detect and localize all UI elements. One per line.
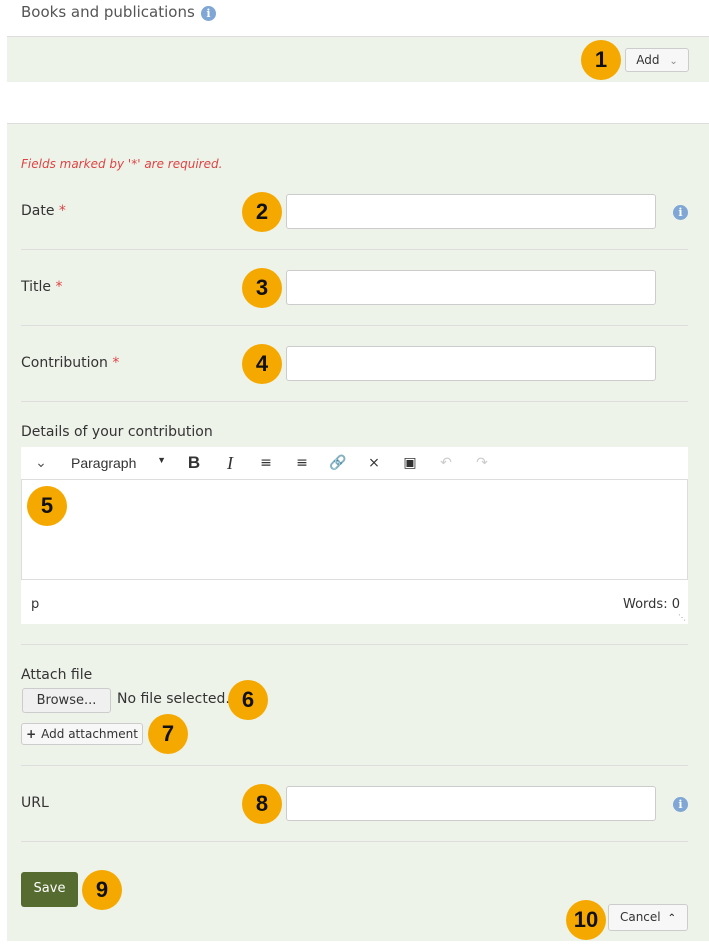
attach-label: Attach file [21,667,93,683]
details-label: Details of your contribution [21,424,213,440]
format-select-value: Paragraph [71,455,137,471]
callout-1: 1 [581,40,621,80]
no-file-text: No file selected. [117,691,230,707]
contribution-label-text: Contribution [21,355,108,371]
editor-toolbar: ⌄ Paragraph ▼ B I ≡ ≡ 🔗 ⨯ ▣ ↶ ↷ [21,447,688,479]
callout-10: 10 [566,900,606,940]
required-note: Fields marked by '*' are required. [21,157,223,171]
plus-icon: + [26,727,37,741]
callout-6: 6 [228,680,268,720]
browse-button[interactable]: Browse... [22,688,111,713]
date-label-text: Date [21,203,55,219]
image-icon[interactable]: ▣ [392,455,428,471]
divider [21,765,688,766]
date-info-icon[interactable]: i [673,205,688,220]
required-marker: * [58,203,66,219]
add-attachment-button[interactable]: + Add attachment [21,723,143,745]
chevron-down-icon: ⌄ [669,56,678,67]
date-field[interactable] [286,194,656,229]
link-icon[interactable]: 🔗 [320,455,356,471]
unlink-icon[interactable]: ⨯ [356,455,392,471]
required-marker: * [112,355,120,371]
caret-down-icon: ▼ [157,455,166,465]
undo-icon[interactable]: ↶ [428,455,464,471]
add-label: Add [636,53,660,67]
callout-4: 4 [242,344,282,384]
info-icon[interactable]: i [201,6,216,21]
element-path[interactable]: p [31,597,39,612]
format-select[interactable]: Paragraph ▼ [61,455,176,471]
collapse-toolbar-icon[interactable]: ⌄ [21,455,61,471]
required-marker: * [55,279,63,295]
cancel-label: Cancel [619,910,661,924]
editor-body[interactable] [21,479,688,580]
chevron-up-icon: ⌃ [667,913,677,924]
callout-5: 5 [27,486,67,526]
callout-2: 2 [242,192,282,232]
page-title: Books and publications [21,3,195,21]
contribution-field[interactable] [286,346,656,381]
callout-3: 3 [242,268,282,308]
url-field[interactable] [286,786,656,821]
divider [21,401,688,402]
add-button[interactable]: Add ⌄ [625,48,689,72]
divider [21,841,688,842]
italic-icon[interactable]: I [212,453,248,474]
callout-8: 8 [242,784,282,824]
title-label-text: Title [21,279,52,295]
callout-7: 7 [148,714,188,754]
numbered-list-icon[interactable]: ≡ [284,455,320,471]
cancel-button[interactable]: Cancel ⌃ [608,904,688,931]
title-field[interactable] [286,270,656,305]
word-count: Words: 0 [623,597,680,612]
divider [21,249,688,250]
bullet-list-icon[interactable]: ≡ [248,455,284,471]
divider [21,644,688,645]
title-label: Title * [21,279,62,295]
url-label: URL [21,795,49,811]
url-info-icon[interactable]: i [673,797,688,812]
save-button[interactable]: Save [21,872,78,907]
redo-icon[interactable]: ↷ [464,455,500,471]
add-attachment-label: Add attachment [41,727,138,741]
resize-handle-icon[interactable]: ⋱ [678,613,686,622]
date-label: Date * [21,203,66,219]
divider [21,325,688,326]
callout-9: 9 [82,870,122,910]
editor-statusbar: p Words: 0 ⋱ [21,580,688,624]
contribution-label: Contribution * [21,355,119,371]
bold-icon[interactable]: B [176,453,212,473]
